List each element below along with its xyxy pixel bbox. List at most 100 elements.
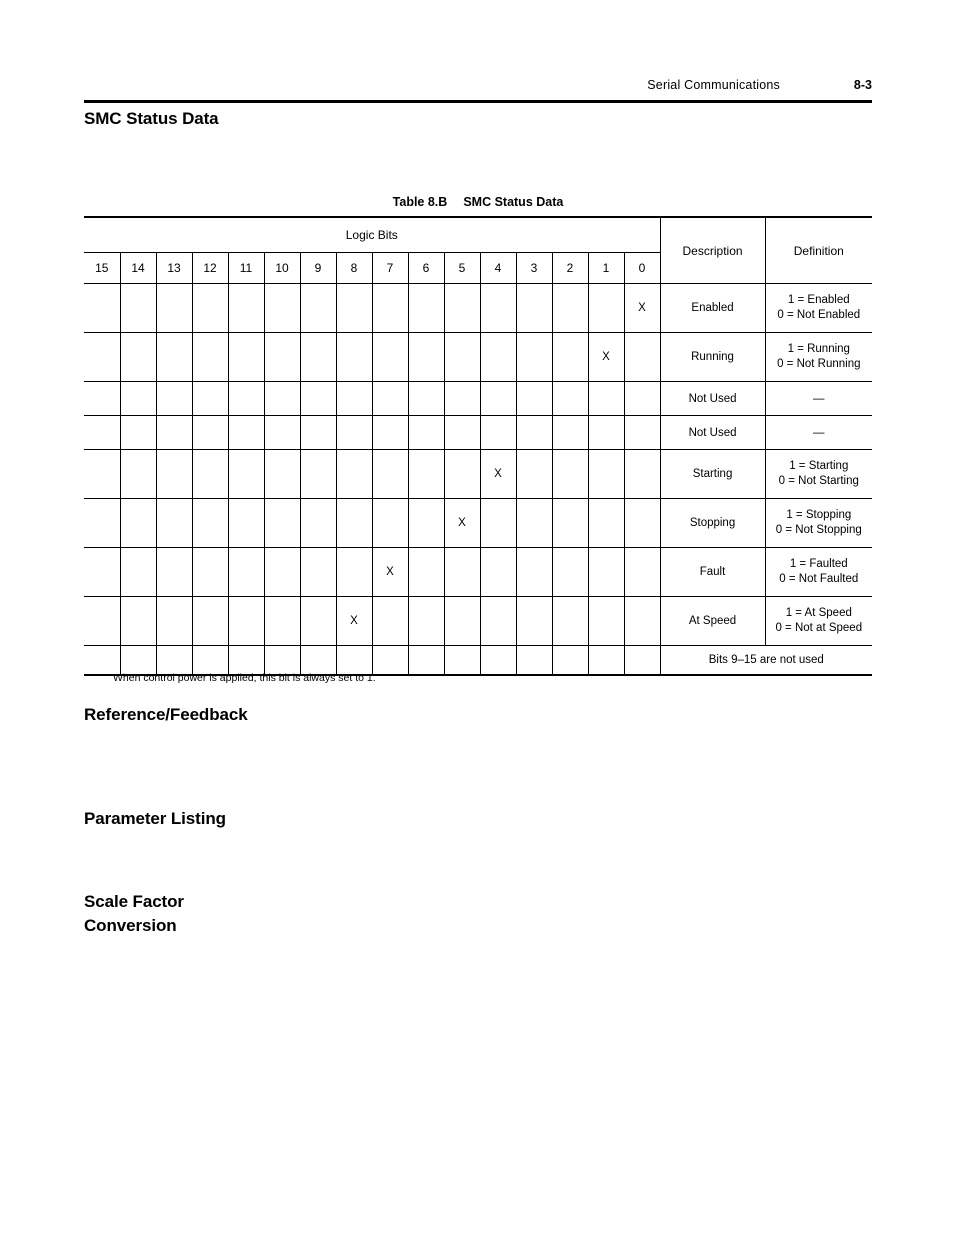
bit-cell-9	[299, 449, 337, 499]
bit-cell-1: X	[587, 332, 625, 382]
bit-cell-11	[227, 415, 265, 450]
table-caption: Table 8.B SMC Status Data	[84, 195, 872, 209]
bit-cell-11	[227, 596, 265, 646]
definition-line-1: 1 = Stopping	[786, 509, 852, 521]
table-body: X Enabled 1 = Enabled 0 = Not Enabled X Runni…	[84, 283, 873, 676]
bit-cell-2	[551, 332, 589, 382]
cell-description: Not Used	[659, 381, 766, 416]
bit-cell-6	[407, 498, 445, 548]
bit-cell-5	[443, 449, 481, 499]
heading-smc-status-data: SMC Status Data	[84, 109, 219, 128]
bit-cell-9	[299, 547, 337, 597]
definition-line-2: 0 = Not Stopping	[775, 524, 862, 536]
bit-cell-10	[263, 449, 301, 499]
logic-bits-group-header: Logic Bits	[84, 216, 661, 253]
table-head: Logic Bits Description Definition 15 14 13…	[84, 216, 873, 284]
bit-cell-10	[263, 498, 301, 548]
definition-line-2: 0 = Not Starting	[778, 475, 859, 487]
bit-cell-2	[551, 283, 589, 333]
bit-cell-9	[299, 596, 337, 646]
definition-line-1: 1 = Starting	[789, 460, 849, 472]
bit-cell-12	[191, 381, 229, 416]
cell-definition: 1 = Running 0 = Not Running	[764, 332, 873, 382]
bit-cell-5	[443, 415, 481, 450]
bit-cell-6	[407, 547, 445, 597]
bit-cell-4	[479, 498, 517, 548]
bit-header-3: 3	[515, 252, 553, 284]
bit-cell-7	[371, 332, 409, 382]
cell-description: At Speed	[659, 596, 766, 646]
bit-cell-15	[84, 332, 121, 382]
definition-line-2: 0 = Not Running	[777, 358, 861, 370]
bit-cell-2	[551, 596, 589, 646]
cell-description: Enabled	[659, 283, 766, 333]
definition-line-1: 1 = At Speed	[785, 607, 852, 619]
table-row: X Enabled 1 = Enabled 0 = Not Enabled	[84, 283, 873, 333]
bit-header-15: 15	[84, 252, 121, 284]
cell-description: Fault	[659, 547, 766, 597]
bit-cell-5	[443, 547, 481, 597]
bit-cell-2	[551, 498, 589, 548]
bit-cell-1	[587, 498, 625, 548]
bit-x-marker: X	[638, 302, 646, 314]
cell-description: Not Used	[659, 415, 766, 450]
bit-cell-0	[623, 415, 661, 450]
bit-cell-15	[84, 498, 121, 548]
bit-cell-5	[443, 283, 481, 333]
table-row: X Fault 1 = Faulted 0 = Not Faulted	[84, 547, 873, 597]
heading-reference-feedback: Reference/Feedback	[84, 705, 248, 724]
bit-cell-12	[191, 596, 229, 646]
bit-cell-2	[551, 547, 589, 597]
bit-cell-1	[587, 381, 625, 416]
table-row: X Stopping 1 = Stopping 0 = Not Stopping	[84, 498, 873, 548]
bit-cell-7	[371, 498, 409, 548]
bit-x-marker: X	[350, 615, 358, 627]
bit-cell-0	[623, 498, 661, 548]
cell-definition: —	[764, 381, 873, 416]
bit-cell-5	[443, 596, 481, 646]
bit-cell-8	[335, 449, 373, 499]
bit-cell-8	[335, 332, 373, 382]
bit-cell-9	[299, 332, 337, 382]
bit-cell-7: X	[371, 547, 409, 597]
bit-cell-9	[299, 381, 337, 416]
bit-header-1: 1	[587, 252, 625, 284]
bit-x-marker: X	[458, 517, 466, 529]
bit-cell-5	[443, 645, 481, 676]
bit-cell-5: X	[443, 498, 481, 548]
cell-definition: 1 = Starting 0 = Not Starting	[764, 449, 873, 499]
bit-cell-14	[119, 332, 157, 382]
bit-cell-6	[407, 283, 445, 333]
bit-cell-15	[84, 449, 121, 499]
bit-cell-4	[479, 645, 517, 676]
bit-cell-10	[263, 381, 301, 416]
column-header-definition: Definition	[764, 216, 873, 284]
bit-cell-4	[479, 547, 517, 597]
bit-cell-12	[191, 645, 229, 676]
bit-cell-2	[551, 381, 589, 416]
bit-cell-14	[119, 498, 157, 548]
bit-cell-3	[515, 332, 553, 382]
bit-cell-5	[443, 332, 481, 382]
bit-cell-11	[227, 283, 265, 333]
bit-cell-11	[227, 645, 265, 676]
bit-cell-1	[587, 547, 625, 597]
table-row: X Starting 1 = Starting 0 = Not Starting	[84, 449, 873, 499]
table-row-note: Bits 9–15 are not used	[84, 645, 873, 676]
table-caption-title: SMC Status Data	[463, 195, 564, 209]
bit-cell-0: X	[623, 283, 661, 333]
bit-cell-3	[515, 547, 553, 597]
bit-cell-10	[263, 415, 301, 450]
table-row: Not Used —	[84, 415, 873, 450]
bit-cell-15	[84, 547, 121, 597]
bit-x-marker: X	[602, 351, 610, 363]
heading-scale-factor-line1: Scale Factor	[84, 892, 184, 911]
bit-cell-10	[263, 596, 301, 646]
bit-cell-9	[299, 498, 337, 548]
definition-line-1: 1 = Enabled	[787, 294, 850, 306]
header-page-number: 8-3	[853, 78, 872, 92]
bit-cell-1	[587, 415, 625, 450]
bit-cell-13	[155, 283, 193, 333]
bit-cell-13	[155, 332, 193, 382]
bit-cell-12	[191, 547, 229, 597]
